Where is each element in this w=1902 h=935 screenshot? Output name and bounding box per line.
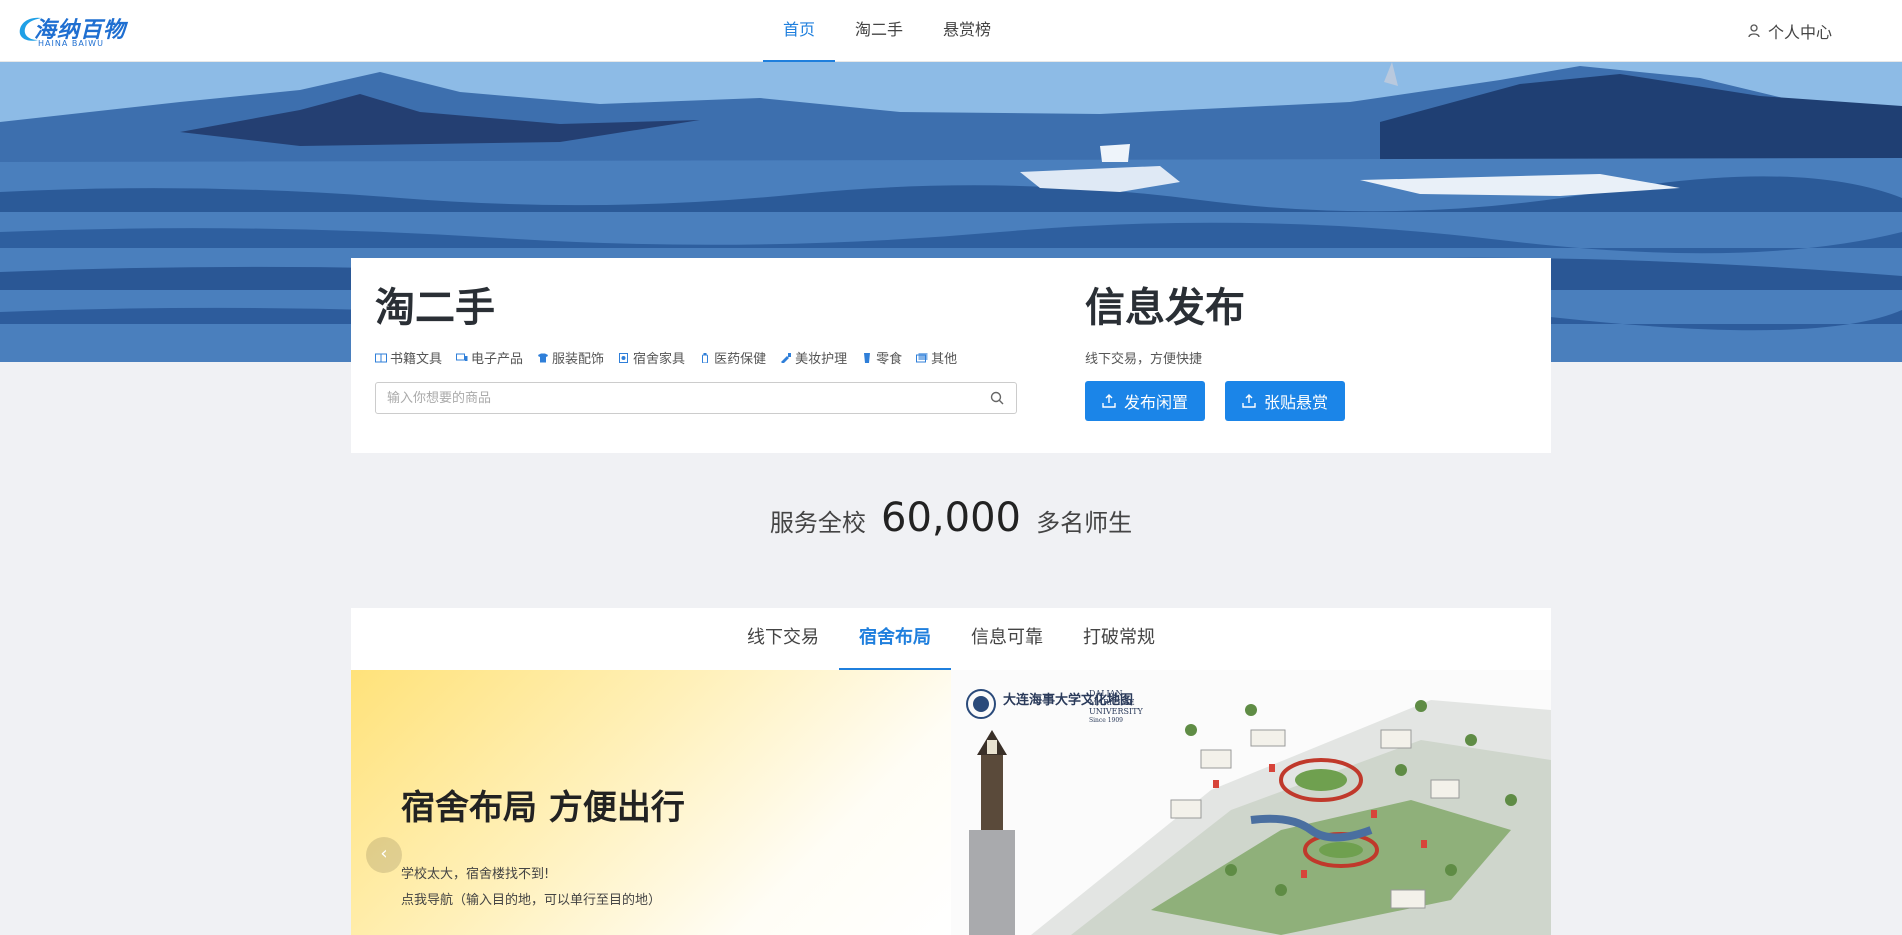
publish-title: 信息发布 [1085,285,1245,331]
user-center-label: 个人中心 [1767,23,1832,42]
chevron-left-icon: ‹ [380,843,388,864]
stat-number: 60,000 [881,495,1021,541]
nav-secondhand[interactable]: 淘二手 [835,0,923,62]
slide-line-1: 学校太大，宿舍楼找不到! [401,867,550,882]
site-logo[interactable]: 海纳百物 HAINA BAIWU [16,8,126,48]
category-label: 电子产品 [471,352,524,367]
shirt-icon [538,353,549,362]
category-clothing[interactable]: 服装配饰 [537,348,604,367]
upload-icon [1102,394,1116,408]
furniture-icon [619,352,629,363]
category-list: 书籍文具 电子产品 服装配饰 宿舍家具 医药保健 美妆护理 零食 其他 [375,348,1017,367]
tab-offline-trade[interactable]: 线下交易 [727,608,839,670]
category-label: 零食 [876,352,903,367]
user-center-link[interactable]: 个人中心 [1748,19,1832,43]
slide-title: 宿舍布局 方便出行 [401,788,685,828]
map-since: Since 1909 [1089,717,1123,724]
slide-line-2[interactable]: 点我导航（输入目的地，可以单行至目的地） [401,888,661,914]
stat-suffix: 多名师生 [1036,509,1133,537]
secondhand-title: 淘二手 [375,285,495,331]
service-stat: 服务全校 60,000 多名师生 [0,495,1902,541]
slide-description: 学校太大，宿舍楼找不到! 点我导航（输入目的地，可以单行至目的地） [401,862,661,914]
carousel-prev-button[interactable]: ‹ [366,837,402,873]
market-card: 淘二手 书籍文具 电子产品 服装配饰 宿舍家具 医药保健 美妆护理 零食 其他 … [351,258,1551,453]
nav-home[interactable]: 首页 [763,0,836,62]
search-input[interactable] [376,383,976,413]
publish-idle-label: 发布闲置 [1124,393,1189,412]
secondhand-section: 淘二手 书籍文具 电子产品 服装配饰 宿舍家具 医药保健 美妆护理 零食 其他 … [375,284,1017,414]
logo-subtext: HAINA BAIWU [38,39,104,48]
upload-icon [1242,394,1256,408]
category-medicine[interactable]: 医药保健 [699,348,766,367]
tab-dorm-layout[interactable]: 宿舍布局 [839,608,951,670]
category-label: 书籍文具 [390,352,443,367]
publish-section: 信息发布 线下交易，方便快捷 发布闲置 张贴悬赏 [1085,284,1346,421]
category-label: 宿舍家具 [633,352,686,367]
category-label: 医药保健 [714,352,767,367]
stat-prefix: 服务全校 [769,509,866,537]
feature-panel: 线下交易 宿舍布局 信息可靠 打破常规 宿舍布局 方便出行 学校太大，宿舍楼找不… [351,608,1551,935]
top-navbar: 海纳百物 HAINA BAIWU 首页 淘二手 悬赏榜 个人中心 [0,0,1902,62]
medicine-icon [702,352,709,363]
device-icon [456,353,468,361]
makeup-icon [781,352,792,363]
category-snacks[interactable]: 零食 [861,348,902,367]
category-label: 其他 [931,352,958,367]
category-label: 美妆护理 [795,352,848,367]
map-title-en-1: DALIAN [1089,689,1122,698]
other-icon [916,352,928,362]
category-label: 服装配饰 [552,352,605,367]
post-reward-label: 张贴悬赏 [1264,393,1329,412]
campus-map-image[interactable]: 大连海事大学文化地图 DALIAN MARITIME UNIVERSITY Si… [951,670,1551,935]
map-title-en-3: UNIVERSITY [1089,707,1144,716]
publish-idle-button[interactable]: 发布闲置 [1085,381,1206,421]
map-title-en-2: MARITIME [1089,698,1135,707]
feature-tabs: 线下交易 宿舍布局 信息可靠 打破常规 [351,608,1551,670]
snack-icon [864,352,871,363]
main-nav: 首页 淘二手 悬赏榜 [763,0,1011,62]
category-makeup[interactable]: 美妆护理 [780,348,847,367]
book-icon [375,353,387,362]
category-other[interactable]: 其他 [916,348,957,367]
slide-text-panel: 宿舍布局 方便出行 学校太大，宿舍楼找不到! 点我导航（输入目的地，可以单行至目… [351,670,951,935]
search-box [375,382,1017,414]
tab-reliable-info[interactable]: 信息可靠 [951,608,1063,670]
nav-reward-board[interactable]: 悬赏榜 [923,0,1011,62]
campus-map-illustration: 大连海事大学文化地图 DALIAN MARITIME UNIVERSITY Si… [951,670,1551,935]
post-reward-button[interactable]: 张贴悬赏 [1225,381,1346,421]
category-books[interactable]: 书籍文具 [375,348,442,367]
category-furniture[interactable]: 宿舍家具 [618,348,685,367]
category-electronics[interactable]: 电子产品 [456,348,523,367]
tab-break-convention[interactable]: 打破常规 [1063,608,1175,670]
publish-buttons: 发布闲置 张贴悬赏 [1085,381,1346,421]
search-icon[interactable] [990,391,1004,405]
publish-subtitle: 线下交易，方便快捷 [1085,352,1203,367]
user-icon [1748,24,1760,38]
